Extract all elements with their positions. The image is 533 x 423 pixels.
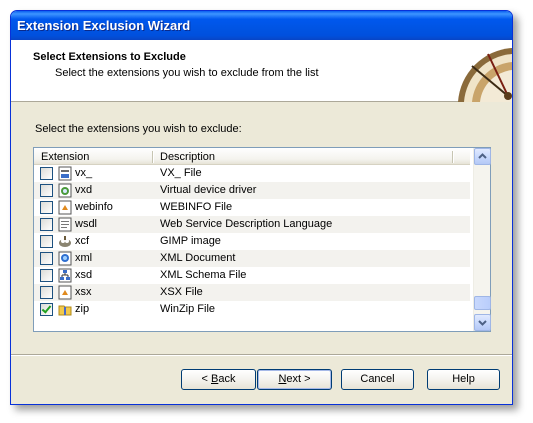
row-extension: xml [75, 252, 93, 264]
help-button[interactable]: Help [427, 369, 500, 390]
row-checkbox[interactable] [40, 286, 53, 299]
column-separator[interactable] [452, 151, 453, 163]
row-checkbox[interactable] [40, 167, 53, 180]
column-separator[interactable] [152, 151, 153, 163]
next-button[interactable]: Next > [257, 369, 332, 390]
row-description: WinZip File [160, 303, 216, 315]
scroll-down-button[interactable] [474, 314, 491, 331]
row-description: WEBINFO File [160, 201, 233, 213]
row-extension: xsd [75, 269, 93, 281]
row-checkbox[interactable] [40, 184, 53, 197]
column-extension[interactable]: Extension [41, 151, 89, 163]
wizard-window: Extension Exclusion Wizard Select Extens… [10, 10, 513, 405]
back-button-label: ack [218, 373, 236, 385]
row-checkbox[interactable] [40, 235, 53, 248]
row-description: XML Schema File [160, 269, 247, 281]
list-header: Extension Description [34, 148, 470, 166]
header-title: Select Extensions to Exclude [33, 51, 186, 63]
list-item[interactable]: webinfo WEBINFO File [34, 199, 470, 216]
next-button-label: ext > [286, 373, 311, 385]
wsdl-file-icon [58, 217, 72, 232]
row-checkbox[interactable] [40, 252, 53, 265]
row-description: VX_ File [160, 167, 202, 179]
row-description: XML Document [160, 252, 236, 264]
list-item[interactable]: vx_ VX_ File [34, 165, 470, 182]
zip-folder-icon [58, 305, 72, 316]
scroll-up-button[interactable] [474, 148, 491, 165]
row-checkbox[interactable] [40, 218, 53, 231]
header-subtitle: Select the extensions you wish to exclud… [55, 67, 319, 79]
list-item[interactable]: wsdl Web Service Description Language [34, 216, 470, 233]
generic-file-icon [58, 166, 72, 181]
row-extension: wsdl [75, 218, 98, 230]
row-description: Virtual device driver [160, 184, 257, 196]
row-extension: webinfo [75, 201, 113, 213]
title-bar[interactable]: Extension Exclusion Wizard [11, 11, 512, 40]
row-checkbox[interactable] [40, 269, 53, 282]
list-item[interactable]: xml XML Document [34, 250, 470, 267]
list-prompt: Select the extensions you wish to exclud… [35, 123, 242, 135]
row-description: GIMP image [160, 235, 221, 247]
extension-list[interactable]: Extension Description vx_ VX_ File vxd V… [33, 147, 491, 332]
row-extension: xcf [75, 235, 90, 247]
row-extension: vx_ [75, 167, 93, 179]
webinfo-file-icon [58, 200, 72, 215]
vertical-scrollbar[interactable] [473, 148, 491, 331]
list-item[interactable]: xsx XSX File [34, 284, 470, 301]
xml-document-icon [58, 251, 72, 266]
row-extension: vxd [75, 184, 93, 196]
checkmark-icon [41, 303, 52, 314]
driver-file-icon [58, 183, 72, 198]
row-extension: zip [75, 303, 90, 315]
list-item[interactable]: zip WinZip File [34, 301, 470, 318]
list-item[interactable]: xcf GIMP image [34, 233, 470, 250]
wizard-header: Select Extensions to Exclude Select the … [11, 40, 512, 102]
row-extension: xsx [75, 286, 92, 298]
column-description[interactable]: Description [160, 151, 215, 163]
xml-schema-icon [58, 268, 72, 283]
back-button-prefix: < [201, 373, 211, 385]
gimp-image-icon [59, 236, 71, 247]
chevron-down-icon [478, 320, 487, 326]
scroll-thumb[interactable] [474, 296, 491, 310]
xsx-file-icon [58, 285, 72, 300]
cancel-button[interactable]: Cancel [341, 369, 414, 390]
footer-divider [11, 354, 512, 356]
window-title: Extension Exclusion Wizard [17, 18, 191, 33]
list-item[interactable]: xsd XML Schema File [34, 267, 470, 284]
row-description: XSX File [160, 286, 203, 298]
chevron-up-icon [478, 153, 487, 159]
list-rows: vx_ VX_ File vxd Virtual device driver w… [34, 165, 470, 318]
row-checkbox[interactable] [40, 303, 53, 316]
row-description: Web Service Description Language [160, 218, 333, 230]
list-item[interactable]: vxd Virtual device driver [34, 182, 470, 199]
row-checkbox[interactable] [40, 201, 53, 214]
back-button[interactable]: < Back [181, 369, 256, 390]
compass-wizard-icon [458, 48, 512, 102]
